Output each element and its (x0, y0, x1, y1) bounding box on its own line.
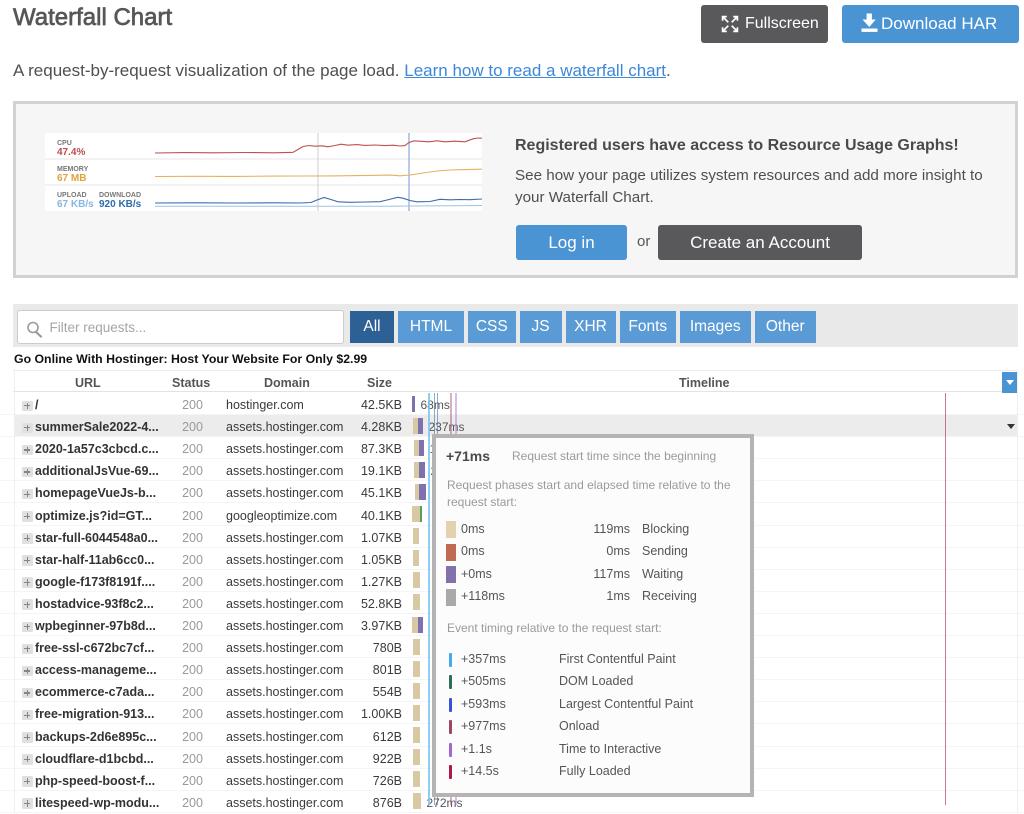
svg-text:47.4%: 47.4% (57, 147, 85, 158)
svg-text:CPU: CPU (57, 140, 72, 147)
svg-text:67 KB/s: 67 KB/s (57, 199, 94, 210)
svg-text:67 MB: 67 MB (57, 173, 86, 184)
svg-text:DOWNLOAD: DOWNLOAD (99, 192, 141, 199)
svg-text:920 KB/s: 920 KB/s (99, 199, 142, 210)
svg-text:UPLOAD: UPLOAD (57, 192, 87, 199)
svg-text:MEMORY: MEMORY (57, 166, 89, 173)
